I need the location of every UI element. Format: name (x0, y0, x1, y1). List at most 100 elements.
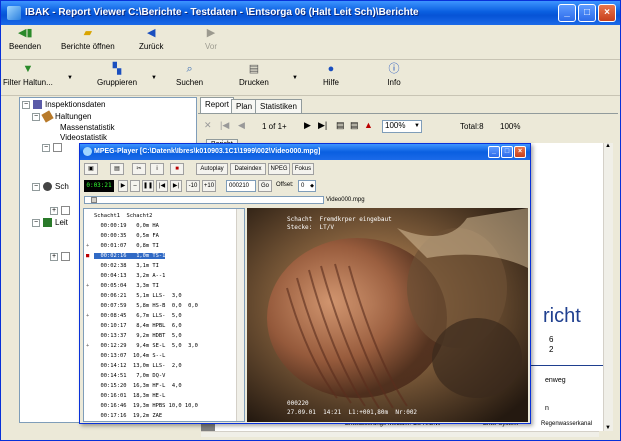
print-setup-icon[interactable]: ▤ (350, 120, 359, 131)
tree-item-massenstatistik[interactable]: Massenstatistik (60, 123, 115, 132)
save-frame-button[interactable]: ▣ (84, 163, 98, 175)
hilfe-button[interactable]: ● Hilfe (323, 63, 339, 87)
plus-10-button[interactable]: +10 (202, 180, 216, 192)
first-page-icon[interactable]: |◀ (220, 120, 229, 131)
zurueck-button[interactable]: ◀ Zurück (139, 27, 163, 51)
list-item[interactable]: 00:06:21 5,1m LLS- 3,0 (86, 291, 236, 301)
list-item[interactable]: 00:14:12 13,0m LLS- 2,0 (86, 361, 236, 371)
list-item[interactable]: 00:07:59 5,8m HS-B 0,0 0,0 (86, 301, 236, 311)
offset-input[interactable]: 0 ◆ (298, 180, 316, 192)
filter-haltungen-button[interactable]: ▼ Filter Haltun... (3, 63, 53, 87)
print-icon[interactable]: ▤ (336, 120, 345, 131)
stop-icon[interactable]: ✕ (204, 120, 212, 131)
frame-input[interactable]: 000210 (226, 180, 256, 192)
zoom-select[interactable]: 100% ▼ (382, 120, 422, 133)
tab-statistiken[interactable]: Statistiken (255, 99, 302, 113)
marker-list-scrollbar[interactable] (236, 209, 244, 421)
minus-10-button[interactable]: -10 (186, 180, 200, 192)
scroll-up-icon[interactable]: ▲ (605, 143, 611, 149)
tree-item-videostatistik[interactable]: Videostatistik (60, 133, 107, 142)
info-mpeg-button[interactable]: i (150, 163, 164, 175)
position-slider[interactable] (84, 196, 324, 204)
copy-button[interactable]: ▤ (110, 163, 124, 175)
list-item[interactable]: 00:16:01 18,3m HE-L (86, 391, 236, 401)
collapse-icon[interactable]: − (22, 100, 30, 109)
list-item[interactable]: 00:16:46 19,3m HPBS 10,0 10,0 (86, 401, 236, 411)
scroll-down-icon[interactable]: ▼ (605, 425, 611, 431)
beenden-button[interactable]: ◀▮ Beenden (9, 27, 41, 51)
tree-item-schaechte[interactable]: − Sch (32, 182, 69, 192)
play-button[interactable]: ▶ (118, 180, 128, 192)
slider-thumb[interactable] (91, 197, 97, 203)
tree-item-group-2[interactable]: + (50, 206, 73, 216)
list-item[interactable]: 00:15:20 16,3m HF-L 4,0 (86, 381, 236, 391)
snapshot-button[interactable]: ■ (170, 163, 184, 175)
list-item[interactable]: 00:00:19 0,0m HA (86, 221, 236, 231)
tree-item-inspektionsdaten[interactable]: − Inspektionsdaten (22, 100, 106, 110)
expand-icon[interactable]: + (86, 281, 94, 291)
drucken-button[interactable]: ▤ Drucken (239, 63, 269, 87)
tab-plan[interactable]: Plan (231, 99, 258, 113)
last-page-icon[interactable]: ▶| (318, 120, 327, 131)
close-button[interactable]: × (598, 4, 616, 22)
go-button[interactable]: Go (258, 180, 272, 192)
list-item[interactable]: 00:02:38 3,1m TI (86, 261, 236, 271)
next-page-icon[interactable]: ▶ (304, 120, 311, 131)
tab-report[interactable]: Report (200, 97, 235, 113)
step-back-button[interactable]: |◀ (156, 180, 168, 192)
expand-icon[interactable]: + (86, 341, 94, 351)
list-item[interactable]: + 00:12:29 9,4m SE-L 5,0 3,0 (86, 341, 236, 351)
expand-icon[interactable]: + (50, 206, 58, 215)
list-item[interactable]: 00:04:13 3,2m A--1 (86, 271, 236, 281)
cut-button[interactable]: ✂ (132, 163, 146, 175)
list-item[interactable]: 00:13:37 9,2m HDBT 5,0 (86, 331, 236, 341)
list-item[interactable]: + 00:05:04 3,3m TI (86, 281, 236, 291)
dateindex-button[interactable]: Dateindex (230, 163, 266, 175)
list-item[interactable]: + 00:01:07 0,8m TI (86, 241, 236, 251)
info-button[interactable]: ⓘ Info (387, 63, 401, 87)
list-item[interactable]: ■ 00:02:16 1,0m TS-1 (86, 251, 236, 261)
report-vscrollbar[interactable]: ▲ ▼ (603, 143, 613, 431)
minimize-button[interactable]: _ (558, 4, 576, 22)
mpeg-maximize-button[interactable]: □ (501, 146, 513, 158)
gruppieren-button[interactable]: ▚ Gruppieren (97, 63, 137, 87)
list-item[interactable]: 00:14:51 7,0m DQ-V (86, 371, 236, 381)
tree-item-group-3[interactable]: + (50, 252, 73, 262)
autoplay-button[interactable]: Autoplay (196, 163, 228, 175)
list-item[interactable]: + 00:08:45 6,7m LLS- 5,0 (86, 311, 236, 321)
collapse-icon[interactable]: − (42, 143, 50, 152)
gruppieren-dropdown-icon[interactable]: ▼ (151, 75, 157, 81)
stop-button[interactable]: – (130, 180, 140, 192)
tree-item-group-1[interactable]: − (42, 143, 65, 153)
drucken-dropdown-icon[interactable]: ▼ (292, 75, 298, 81)
vor-button[interactable]: ▶ Vor (204, 27, 218, 51)
expand-icon[interactable]: + (86, 311, 94, 321)
mpeg-minimize-button[interactable]: _ (488, 146, 500, 158)
expand-icon[interactable]: + (50, 252, 58, 261)
expand-icon[interactable]: + (86, 241, 94, 251)
suchen-button[interactable]: ⌕ Suchen (176, 63, 203, 87)
npeg-button[interactable]: NPEG (268, 163, 290, 175)
list-item[interactable]: 00:13:07 10,4m S--L (86, 351, 236, 361)
collapse-icon[interactable]: − (32, 112, 40, 121)
step-forward-button[interactable]: ▶| (170, 180, 182, 192)
list-item[interactable]: 00:10:17 8,4m HPBL 6,0 (86, 321, 236, 331)
collapse-icon[interactable]: − (32, 218, 40, 227)
list-item[interactable]: 00:17:16 19,2m ZAE (86, 411, 236, 421)
filter-dropdown-icon[interactable]: ▼ (67, 75, 73, 81)
maximize-button[interactable]: □ (578, 4, 596, 22)
fokus-button[interactable]: Fokus (292, 163, 314, 175)
report-hscrollbar[interactable] (201, 431, 599, 437)
pause-button[interactable]: ❚❚ (142, 180, 154, 192)
list-header[interactable]: Schacht1 Schacht2 (86, 211, 236, 221)
mpeg-close-button[interactable]: × (514, 146, 526, 158)
tree-item-leitungen[interactable]: − Leit (32, 218, 68, 228)
tree-item-haltungen[interactable]: − Haltungen (32, 110, 91, 124)
list-item-text: 00:13:37 9,2m HDBT 5,0 (94, 333, 182, 339)
chevron-down-icon: ▼ (414, 123, 420, 129)
prev-page-icon[interactable]: ◀ (238, 120, 245, 131)
berichte-oeffnen-button[interactable]: ▰ Berichte öffnen (61, 27, 115, 51)
list-item[interactable]: 00:00:35 0,5m FA (86, 231, 236, 241)
collapse-icon[interactable]: − (32, 182, 40, 191)
export-icon[interactable]: ▲ (364, 120, 373, 130)
